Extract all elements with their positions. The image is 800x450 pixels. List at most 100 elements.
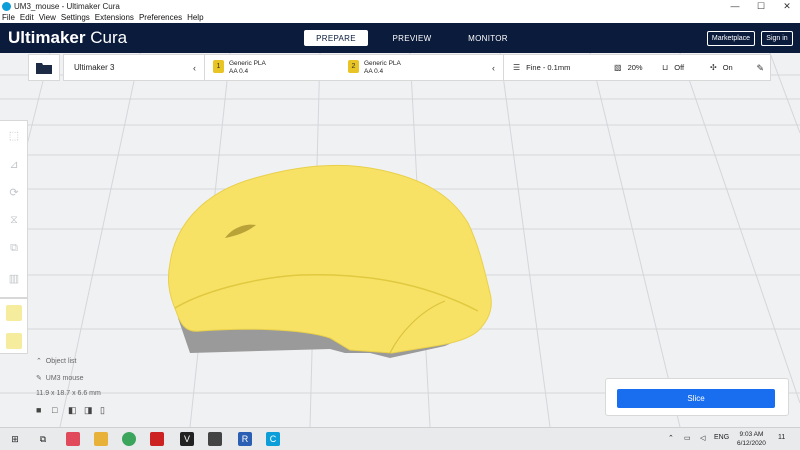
3d-view-icon[interactable]: ■ <box>36 405 50 417</box>
view-orientation-buttons: ■ □ ◧ ◨ ▯ <box>36 405 116 417</box>
mouse-model[interactable] <box>167 164 492 354</box>
support-blocker-icon[interactable]: ▥ <box>7 271 21 285</box>
menu-help[interactable]: Help <box>187 13 203 22</box>
profile-value: Fine - 0.1mm <box>526 63 571 72</box>
app-icon-2[interactable] <box>150 432 164 446</box>
cura-app-icon <box>2 1 11 11</box>
brand-bold: Ultimaker <box>8 28 86 47</box>
adhesion-value: On <box>722 63 733 72</box>
per-model-settings-icon[interactable]: ⧉ <box>7 241 21 255</box>
chevron-left-icon: ‹ <box>193 63 196 73</box>
build-plate-viewport[interactable] <box>0 53 800 427</box>
extruder-2[interactable]: 2 Generic PLA AA 0.4 <box>348 60 401 76</box>
brand-logo: Ultimaker Cura <box>8 28 127 48</box>
brand-light: Cura <box>85 28 128 47</box>
tab-prepare[interactable]: PREPARE <box>304 30 368 46</box>
app-header: Ultimaker Cura PREPARE PREVIEW MONITOR M… <box>0 23 800 53</box>
minimize-button[interactable]: — <box>722 0 748 12</box>
chevron-left-icon: ‹ <box>492 63 495 73</box>
layers-icon: ☰ <box>513 63 521 72</box>
menu-extensions[interactable]: Extensions <box>95 13 134 22</box>
printer-selector[interactable]: Ultimaker 3 ‹ <box>63 54 205 81</box>
infill-icon: ▧ <box>614 63 622 72</box>
volume-icon[interactable]: ◁ <box>700 434 705 442</box>
top-view-icon[interactable]: ◧ <box>68 405 82 417</box>
app-icon-3[interactable]: V <box>180 432 194 446</box>
print-settings-panel[interactable]: ☰ Fine - 0.1mm ▧ 20% ⊔ Off ✣ On ✎ <box>503 54 771 81</box>
object-dimensions: 11.9 x 18.7 x 6.6 mm <box>36 390 101 397</box>
object-row[interactable]: ✎ UM3 mouse <box>36 374 84 382</box>
stage-tabs: PREPARE PREVIEW MONITOR <box>304 30 532 46</box>
menu-preferences[interactable]: Preferences <box>139 13 182 22</box>
support-value: Off <box>674 63 685 72</box>
front-view-icon[interactable]: □ <box>52 405 66 417</box>
pencil-icon: ✎ <box>36 375 42 382</box>
clock-time: 9:03 AM <box>739 431 764 438</box>
menu-view[interactable]: View <box>39 13 56 22</box>
tab-monitor[interactable]: MONITOR <box>456 30 520 46</box>
extruder-2-tool[interactable] <box>6 333 22 349</box>
open-folder-icon <box>36 62 52 74</box>
build-plate-grid <box>0 53 800 427</box>
chrome-icon[interactable] <box>122 432 136 446</box>
object-list-toggle[interactable]: ⌃ Object list <box>36 357 77 365</box>
profile-setting: ☰ Fine - 0.1mm <box>513 63 570 72</box>
object-name: UM3 mouse <box>45 375 84 382</box>
maximize-button[interactable]: ☐ <box>748 0 774 12</box>
move-icon[interactable]: ⬚ <box>7 128 21 142</box>
window-title: UM3_mouse - Ultimaker Cura <box>14 1 120 11</box>
file-explorer-icon[interactable] <box>94 432 108 446</box>
infill-value: 20% <box>627 63 643 72</box>
task-view-icon[interactable]: ⧉ <box>36 432 50 446</box>
window-titlebar: UM3_mouse - Ultimaker Cura — ☐ ✕ <box>0 0 800 12</box>
notification-icon[interactable]: 11 <box>778 434 785 441</box>
menu-settings[interactable]: Settings <box>61 13 90 22</box>
open-file-button[interactable] <box>28 54 60 81</box>
language-indicator[interactable]: ENG <box>714 434 729 441</box>
marketplace-button[interactable]: Marketplace <box>707 31 755 46</box>
chevron-up-icon: ⌃ <box>36 358 42 365</box>
support-setting: ⊔ Off <box>662 63 684 72</box>
network-icon[interactable]: ▭ <box>684 434 691 442</box>
system-clock[interactable]: 9:03 AM 6/12/2020 <box>737 430 766 448</box>
printer-name: Ultimaker 3 <box>74 63 115 72</box>
menu-bar: File Edit View Settings Extensions Prefe… <box>0 12 800 23</box>
right-view-icon[interactable]: ▯ <box>100 405 114 417</box>
extruder-2-core: AA 0.4 <box>364 68 384 75</box>
app-icon-5[interactable]: R <box>238 432 252 446</box>
mirror-icon[interactable]: ⧖ <box>7 213 21 227</box>
tool-column: ⬚ ⊿ ⟳ ⧖ ⧉ ▥ <box>0 120 28 298</box>
adhesion-setting: ✣ On <box>710 63 733 72</box>
extruder-1[interactable]: 1 Generic PLA AA 0.4 <box>213 60 266 76</box>
extruder-2-material: Generic PLA <box>364 60 401 67</box>
menu-file[interactable]: File <box>2 13 15 22</box>
infill-setting: ▧ 20% <box>614 63 643 72</box>
extruder-2-badge: 2 <box>348 60 359 73</box>
cura-taskbar-icon[interactable]: C <box>266 432 280 446</box>
app-icon-4[interactable] <box>208 432 222 446</box>
tray-arrow-icon[interactable]: ⌃ <box>668 434 674 442</box>
object-list-label: Object list <box>45 358 77 365</box>
windows-taskbar: ⊞ ⧉ V R C ⌃ ▭ ◁ ENG 9:03 AM 6/12/2020 11 <box>0 427 800 450</box>
windows-start-icon[interactable]: ⊞ <box>8 432 22 446</box>
extruder-tools <box>0 298 28 354</box>
left-view-icon[interactable]: ◨ <box>84 405 98 417</box>
slice-button[interactable]: Slice <box>617 389 775 408</box>
extruder-1-material: Generic PLA <box>229 60 266 67</box>
clock-date: 6/12/2020 <box>737 440 766 447</box>
menu-edit[interactable]: Edit <box>20 13 34 22</box>
window-controls: — ☐ ✕ <box>722 0 800 12</box>
tab-preview[interactable]: PREVIEW <box>380 30 444 46</box>
close-button[interactable]: ✕ <box>774 0 800 12</box>
extruder-1-badge: 1 <box>213 60 224 73</box>
extruder-1-tool[interactable] <box>6 305 22 321</box>
material-selector[interactable]: 1 Generic PLA AA 0.4 2 Generic PLA AA 0.… <box>204 54 504 81</box>
slice-panel: Slice <box>605 378 789 416</box>
sign-in-button[interactable]: Sign in <box>761 31 793 46</box>
rotate-icon[interactable]: ⟳ <box>7 185 21 199</box>
extruder-1-core: AA 0.4 <box>229 68 249 75</box>
app-icon-1[interactable] <box>66 432 80 446</box>
edit-pencil-icon[interactable]: ✎ <box>756 63 764 74</box>
scale-icon[interactable]: ⊿ <box>7 157 21 171</box>
support-icon: ⊔ <box>662 63 669 72</box>
